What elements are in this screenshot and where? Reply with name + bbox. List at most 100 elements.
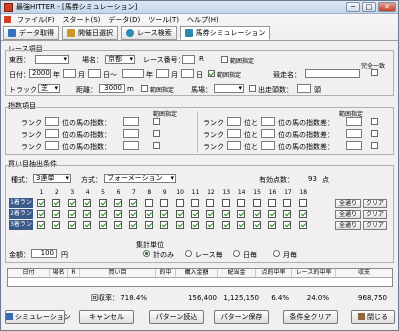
rank-cell-checkbox[interactable] bbox=[283, 199, 292, 207]
from-month-input[interactable] bbox=[63, 69, 76, 78]
rank-cell-checkbox[interactable] bbox=[37, 199, 45, 207]
rank-cell-checkbox[interactable] bbox=[283, 210, 292, 218]
agg-race-radio[interactable] bbox=[185, 250, 192, 257]
rank-cell-checkbox[interactable] bbox=[268, 199, 276, 207]
rank-cell-checkbox[interactable] bbox=[175, 199, 184, 207]
menu-file[interactable]: ファイル(F) bbox=[13, 15, 59, 25]
rank-cell-checkbox[interactable] bbox=[52, 210, 61, 218]
method-select[interactable]: フォーメーション bbox=[104, 174, 176, 183]
rank-cell-checkbox[interactable] bbox=[191, 210, 199, 218]
index-value-input[interactable] bbox=[123, 117, 139, 126]
col-date[interactable]: 日付 bbox=[8, 269, 50, 277]
col-place[interactable]: 場名 bbox=[50, 269, 68, 277]
index-left-range-checkbox[interactable] bbox=[153, 118, 160, 125]
distance-input[interactable]: 3000 bbox=[99, 84, 125, 93]
index-diff-rank-a-input[interactable] bbox=[227, 117, 241, 126]
rank-cell-checkbox[interactable] bbox=[298, 210, 307, 218]
rank-cell-checkbox[interactable] bbox=[98, 221, 107, 229]
select-all-button[interactable]: 全通り bbox=[335, 199, 361, 208]
col-bet[interactable]: 買い目 bbox=[80, 269, 156, 277]
race-no-range-checkbox[interactable] bbox=[221, 56, 228, 63]
rank-cell-checkbox[interactable] bbox=[268, 221, 276, 229]
rank-cell-checkbox[interactable] bbox=[268, 210, 276, 218]
select-all-button[interactable]: 全通り bbox=[335, 210, 361, 219]
index-rank-input[interactable] bbox=[45, 117, 59, 126]
menu-start[interactable]: スタート(S) bbox=[59, 15, 105, 25]
cancel-button[interactable]: キャンセル bbox=[79, 310, 134, 324]
rank-cell-checkbox[interactable] bbox=[221, 210, 230, 218]
index-left-range-checkbox[interactable] bbox=[153, 130, 160, 137]
rank-cell-checkbox[interactable] bbox=[83, 221, 92, 229]
condition-select[interactable] bbox=[214, 84, 244, 93]
rank-cell-checkbox[interactable] bbox=[252, 210, 261, 218]
rank-cell-checkbox[interactable] bbox=[252, 199, 261, 207]
rank-cell-checkbox[interactable] bbox=[175, 221, 184, 229]
rank-cell-checkbox[interactable] bbox=[160, 199, 169, 207]
rank-cell-checkbox[interactable] bbox=[206, 210, 215, 218]
col-hit[interactable]: 的中 bbox=[156, 269, 176, 277]
rank-cell-checkbox[interactable] bbox=[252, 221, 261, 229]
index-diff-rank-b-input[interactable] bbox=[261, 129, 275, 138]
kind-select[interactable]: 3連単 bbox=[33, 174, 71, 183]
index-right-range-checkbox[interactable] bbox=[371, 142, 378, 149]
index-diff-rank-b-input[interactable] bbox=[261, 117, 275, 126]
to-year-input[interactable] bbox=[122, 69, 144, 78]
rank-cell-checkbox[interactable] bbox=[191, 221, 199, 229]
index-rank-input[interactable] bbox=[45, 129, 59, 138]
rank-cell-checkbox[interactable] bbox=[129, 199, 138, 207]
agg-day-radio[interactable] bbox=[233, 250, 240, 257]
runners-checkbox[interactable] bbox=[249, 85, 256, 92]
result-table[interactable]: 日付 場名 R 買い目 的中 購入金額 配当金 点的中率 レース的中率 収支 bbox=[7, 268, 393, 287]
track-select[interactable]: 芝 bbox=[38, 84, 60, 93]
menu-tools[interactable]: ツール(T) bbox=[144, 15, 183, 25]
to-day-input[interactable] bbox=[181, 69, 194, 78]
rank-cell-checkbox[interactable] bbox=[221, 199, 230, 207]
rank-cell-checkbox[interactable] bbox=[114, 199, 122, 207]
index-diff-rank-a-input[interactable] bbox=[227, 141, 241, 150]
index-left-range-checkbox[interactable] bbox=[153, 142, 160, 149]
rank-cell-checkbox[interactable] bbox=[160, 210, 169, 218]
rank-cell-checkbox[interactable] bbox=[129, 210, 138, 218]
agg-total-radio[interactable] bbox=[143, 250, 150, 257]
menu-help[interactable]: ヘルプ(H) bbox=[183, 15, 223, 25]
place-select[interactable]: 京都 bbox=[105, 55, 135, 64]
index-diff-value-input[interactable] bbox=[346, 117, 362, 126]
rank-cell-checkbox[interactable] bbox=[206, 199, 215, 207]
date-range-checkbox[interactable] bbox=[208, 70, 215, 77]
rank-cell-checkbox[interactable] bbox=[144, 210, 153, 218]
clear-all-button[interactable]: 条件全クリア bbox=[283, 310, 338, 324]
race-name-input[interactable] bbox=[305, 69, 360, 78]
runners-input[interactable] bbox=[297, 84, 311, 93]
rank-cell-checkbox[interactable] bbox=[237, 210, 246, 218]
rank-cell-checkbox[interactable] bbox=[52, 221, 61, 229]
amount-input[interactable]: 100 bbox=[31, 249, 57, 258]
simulation-button[interactable]: シミュレーション bbox=[5, 310, 71, 324]
rank-cell-checkbox[interactable] bbox=[98, 199, 107, 207]
menu-data[interactable]: データ(D) bbox=[104, 15, 144, 25]
rank-cell-checkbox[interactable] bbox=[237, 221, 246, 229]
load-pattern-button[interactable]: パターン読込 bbox=[149, 310, 204, 324]
agg-month-radio[interactable] bbox=[273, 250, 280, 257]
race-no-input[interactable] bbox=[182, 55, 195, 64]
index-diff-rank-b-input[interactable] bbox=[261, 141, 275, 150]
close-button[interactable]: 閉じる bbox=[351, 310, 395, 324]
tab-race-search[interactable]: レース検索 bbox=[121, 25, 177, 40]
distance-range-checkbox[interactable] bbox=[141, 85, 148, 92]
rank-cell-checkbox[interactable] bbox=[98, 210, 107, 218]
rank-cell-checkbox[interactable] bbox=[83, 199, 92, 207]
rank-cell-checkbox[interactable] bbox=[298, 221, 307, 229]
tab-data-fetch[interactable]: データ取得 bbox=[3, 25, 59, 40]
rank-cell-checkbox[interactable] bbox=[83, 210, 92, 218]
rank-cell-checkbox[interactable] bbox=[144, 199, 153, 207]
index-value-input[interactable] bbox=[123, 141, 139, 150]
rank-cell-checkbox[interactable] bbox=[114, 221, 122, 229]
east-west-select[interactable] bbox=[35, 55, 69, 64]
index-right-range-checkbox[interactable] bbox=[371, 130, 378, 137]
rank-cell-checkbox[interactable] bbox=[52, 199, 61, 207]
rank-cell-checkbox[interactable] bbox=[144, 221, 153, 229]
tab-date-select[interactable]: 開催日選択 bbox=[62, 25, 118, 40]
rank-cell-checkbox[interactable] bbox=[298, 199, 307, 207]
rank-cell-checkbox[interactable] bbox=[221, 221, 230, 229]
index-diff-value-input[interactable] bbox=[346, 141, 362, 150]
minimize-button[interactable]: ─ bbox=[346, 2, 360, 12]
